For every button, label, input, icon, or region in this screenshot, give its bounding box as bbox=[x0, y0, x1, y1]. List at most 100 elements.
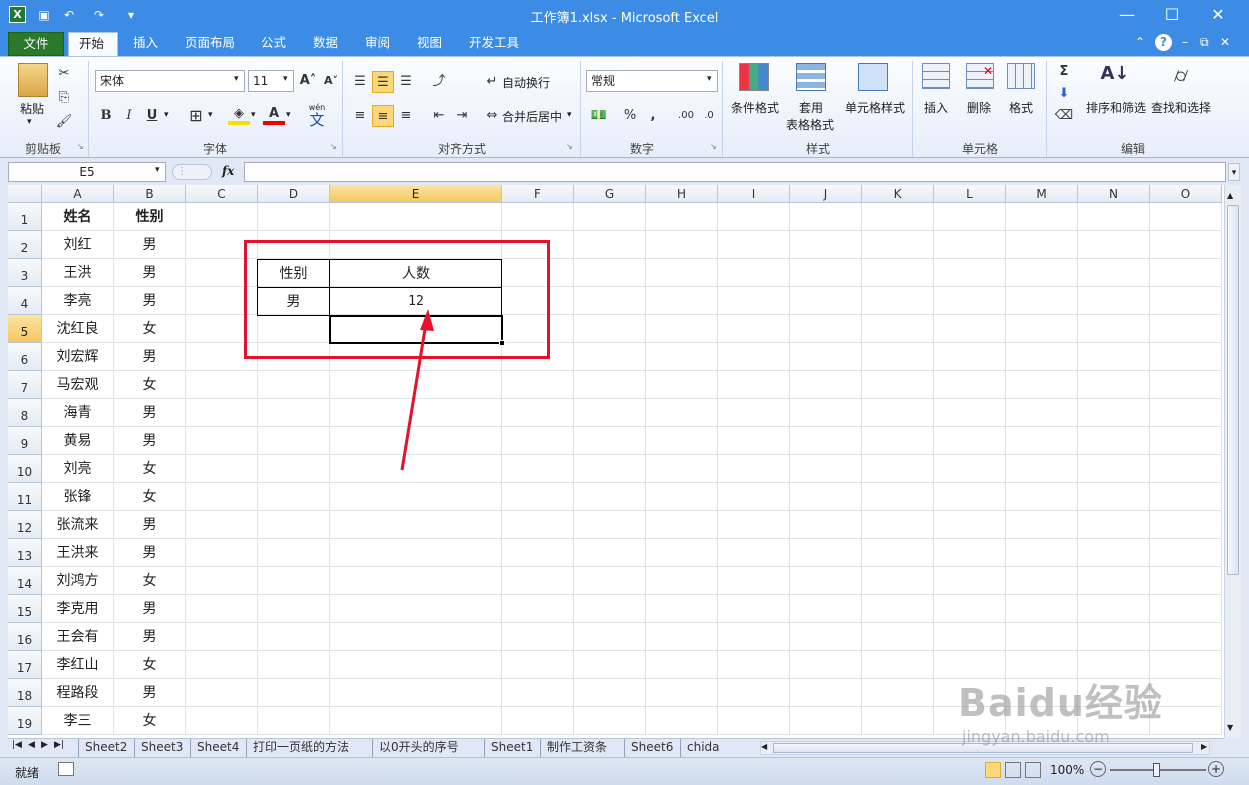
fill-color-icon[interactable]: ◈ bbox=[228, 103, 250, 125]
sheet-tab[interactable]: chida bbox=[680, 739, 728, 757]
normal-view-icon[interactable] bbox=[985, 762, 1001, 778]
table-format-icon[interactable] bbox=[796, 63, 826, 91]
maximize-button[interactable]: ☐ bbox=[1150, 0, 1194, 30]
sheet-tab[interactable]: Sheet6 bbox=[624, 739, 680, 757]
cell-styles-icon[interactable] bbox=[858, 63, 888, 91]
copy-icon[interactable]: ⎘ bbox=[53, 87, 75, 109]
first-sheet-icon[interactable]: |◀ bbox=[12, 740, 22, 750]
font-color-icon[interactable]: A bbox=[263, 103, 285, 125]
find-select-button[interactable]: 查找和选择 bbox=[1149, 99, 1213, 116]
accounting-format-icon[interactable]: 💵 bbox=[588, 105, 610, 127]
autosum-icon[interactable]: Σ bbox=[1053, 61, 1075, 83]
minimize-button[interactable]: — bbox=[1105, 0, 1149, 30]
cell-styles-button[interactable]: 单元格样式 bbox=[842, 99, 908, 116]
dialog-launcher-icon[interactable]: ↘ bbox=[330, 142, 337, 151]
format-cells-button[interactable]: 格式 bbox=[1003, 99, 1039, 116]
percent-button[interactable]: % bbox=[619, 105, 641, 127]
sort-filter-icon[interactable]: A↓ bbox=[1100, 63, 1130, 93]
cancel-entry-icon[interactable]: ⋮ bbox=[172, 164, 212, 180]
paste-button[interactable]: 粘贴 bbox=[14, 100, 50, 117]
tab-file[interactable]: 文件 bbox=[8, 32, 64, 56]
fill-icon[interactable]: ⬇ bbox=[1053, 83, 1075, 105]
tab-developer[interactable]: 开发工具 bbox=[459, 32, 529, 56]
worksheet-grid[interactable]: A B C D E F G H I J K L M N O 1 姓名 性别 2 刘红男 3 王洪男 4 李亮男 5 沈红良女 6 刘宏… bbox=[8, 185, 1224, 738]
orientation-icon[interactable]: ⤴ bbox=[428, 71, 450, 93]
insert-cells-icon[interactable] bbox=[922, 63, 950, 89]
sheet-tab[interactable]: Sheet4 bbox=[190, 739, 246, 757]
next-sheet-icon[interactable]: ▶ bbox=[41, 740, 48, 750]
sheet-tab[interactable]: Sheet1 bbox=[484, 739, 540, 757]
scroll-thumb[interactable] bbox=[1227, 205, 1239, 575]
tab-review[interactable]: 审阅 bbox=[355, 32, 400, 56]
wrap-text-button[interactable]: 自动换行 bbox=[502, 74, 550, 91]
number-format-select[interactable]: 常规 bbox=[586, 70, 718, 92]
macro-record-icon[interactable] bbox=[58, 762, 74, 776]
bold-button[interactable]: B bbox=[95, 105, 117, 127]
table-format-button-line2[interactable]: 表格格式 bbox=[780, 116, 840, 133]
increase-indent-icon[interactable]: ⇥ bbox=[451, 105, 473, 127]
sheet-tab[interactable]: Sheet3 bbox=[134, 739, 190, 757]
chevron-down-icon[interactable]: ▾ bbox=[155, 165, 160, 175]
prev-sheet-icon[interactable]: ◀ bbox=[28, 740, 35, 750]
name-box[interactable]: E5 bbox=[8, 162, 166, 182]
paste-dropdown-icon[interactable]: ▾ bbox=[27, 117, 32, 127]
zoom-out-icon[interactable]: − bbox=[1090, 761, 1106, 777]
hscroll-thumb[interactable] bbox=[773, 743, 1193, 753]
increase-decimal-icon[interactable]: .00 bbox=[675, 105, 697, 127]
page-layout-view-icon[interactable] bbox=[1005, 762, 1021, 778]
binoculars-icon[interactable]: ⌭ bbox=[1166, 63, 1196, 93]
align-left-icon[interactable]: ≡ bbox=[349, 105, 371, 127]
tab-page-layout[interactable]: 页面布局 bbox=[175, 32, 245, 56]
align-center-icon[interactable]: ≡ bbox=[372, 105, 394, 127]
table-format-button-line1[interactable]: 套用 bbox=[790, 99, 832, 116]
phonetic-guide-icon[interactable]: wén 文 bbox=[304, 103, 330, 129]
format-painter-icon[interactable]: 🖌 bbox=[53, 111, 75, 133]
conditional-format-icon[interactable] bbox=[739, 63, 769, 91]
page-break-view-icon[interactable] bbox=[1025, 762, 1041, 778]
scroll-up-icon[interactable]: ▲ bbox=[1227, 191, 1233, 200]
tab-formulas[interactable]: 公式 bbox=[251, 32, 296, 56]
decrease-decimal-icon[interactable]: .0 bbox=[698, 105, 720, 127]
tab-home[interactable]: 开始 bbox=[68, 32, 118, 56]
scroll-left-icon[interactable]: ◀ bbox=[761, 742, 767, 751]
insert-function-icon[interactable]: fx bbox=[222, 164, 234, 178]
dialog-launcher-icon[interactable]: ↘ bbox=[710, 142, 717, 151]
font-name-select[interactable]: 宋体 bbox=[95, 70, 245, 92]
chevron-down-icon[interactable]: ▾ bbox=[164, 110, 169, 120]
horizontal-scrollbar[interactable]: ◀ ▶ bbox=[760, 741, 1210, 755]
sheet-tab[interactable]: Sheet2 bbox=[78, 739, 134, 757]
merge-center-button[interactable]: 合并后居中 bbox=[502, 108, 562, 125]
dialog-launcher-icon[interactable]: ↘ bbox=[77, 142, 84, 151]
paste-icon[interactable] bbox=[18, 63, 48, 97]
scroll-down-icon[interactable]: ▼ bbox=[1227, 723, 1233, 732]
align-top-icon[interactable]: ☰ bbox=[349, 71, 371, 93]
merge-center-icon[interactable]: ⇔ bbox=[481, 105, 503, 127]
restore-workbook-icon[interactable]: – bbox=[1182, 35, 1188, 49]
underline-button[interactable]: U bbox=[141, 105, 163, 127]
chevron-down-icon[interactable]: ▾ bbox=[286, 110, 291, 120]
border-icon[interactable]: ⊞ bbox=[185, 105, 207, 127]
clear-icon[interactable]: ⌫ bbox=[1053, 105, 1075, 127]
tab-insert[interactable]: 插入 bbox=[123, 32, 168, 56]
zoom-in-icon[interactable]: + bbox=[1208, 761, 1224, 777]
grow-font-icon[interactable]: A˄ bbox=[297, 70, 319, 92]
delete-cells-button[interactable]: 删除 bbox=[961, 99, 997, 116]
comma-button[interactable]: , bbox=[642, 105, 664, 127]
sheet-tab[interactable]: 打印一页纸的方法 bbox=[246, 739, 372, 757]
tab-view[interactable]: 视图 bbox=[407, 32, 452, 56]
decrease-indent-icon[interactable]: ⇤ bbox=[428, 105, 450, 127]
align-right-icon[interactable]: ≡ bbox=[395, 105, 417, 127]
formula-input[interactable] bbox=[244, 162, 1226, 182]
format-cells-icon[interactable] bbox=[1007, 63, 1035, 89]
sheet-tab[interactable]: 制作工资条 bbox=[540, 739, 624, 757]
zoom-slider-thumb[interactable] bbox=[1153, 763, 1160, 777]
conditional-format-button[interactable]: 条件格式 bbox=[726, 99, 784, 116]
last-sheet-icon[interactable]: ▶| bbox=[54, 740, 64, 750]
wrap-text-icon[interactable]: ↵ bbox=[481, 71, 503, 93]
italic-button[interactable]: I bbox=[118, 105, 140, 127]
scroll-right-icon[interactable]: ▶ bbox=[1201, 742, 1207, 751]
close-workbook-icon[interactable]: ✕ bbox=[1220, 35, 1230, 49]
tab-data[interactable]: 数据 bbox=[303, 32, 348, 56]
close-button[interactable]: ✕ bbox=[1196, 0, 1240, 30]
cut-icon[interactable]: ✂ bbox=[53, 63, 75, 85]
